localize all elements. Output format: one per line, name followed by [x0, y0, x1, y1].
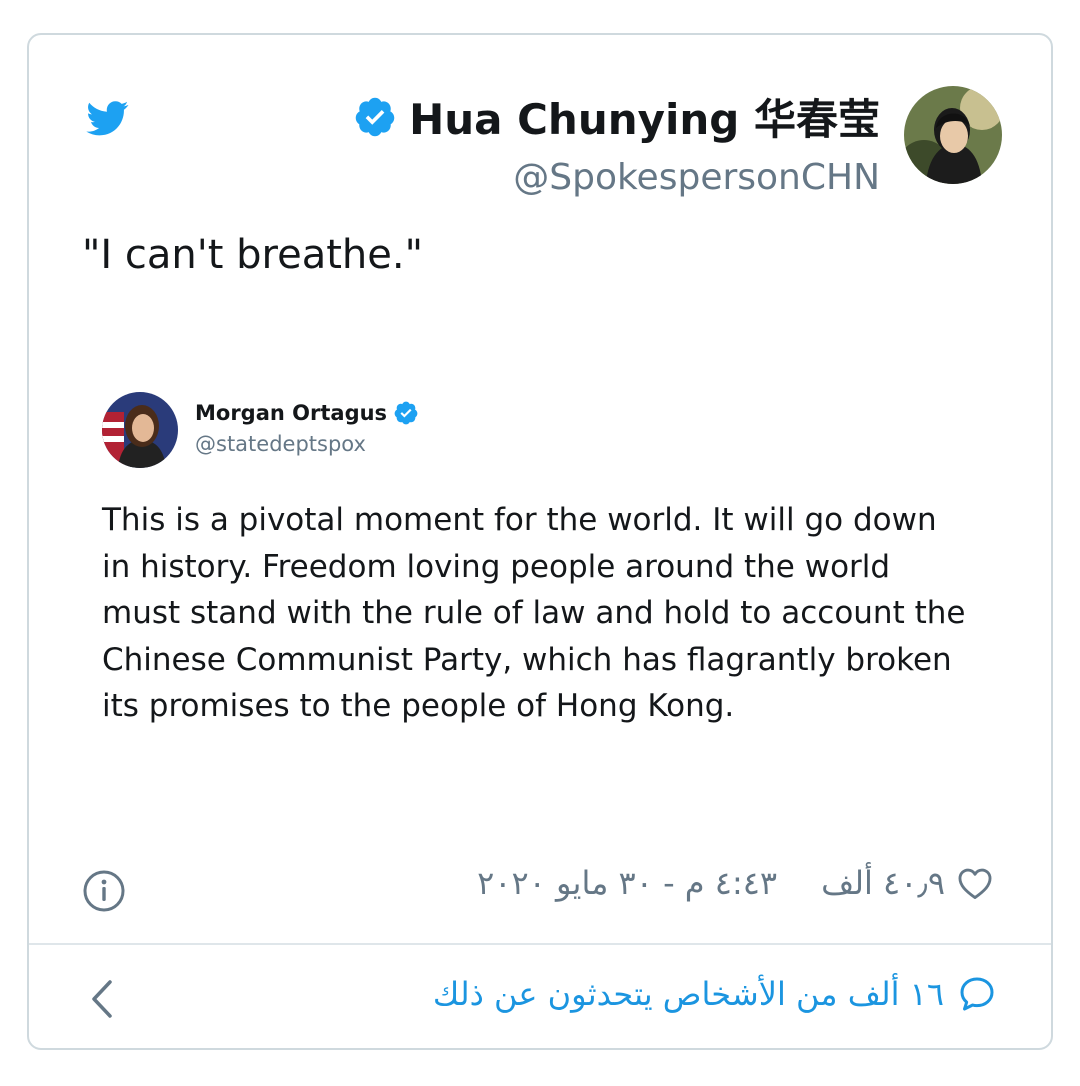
tweet-meta: ٤:٤٣ م - ٣٠ مايو ٢٠٢٠ ٤٠٫٩ ألف — [477, 864, 995, 902]
quoted-text-line: Chinese Communist Party, which has flagr… — [102, 641, 952, 678]
author-name-row: Hua Chunying 华春莹 — [353, 86, 880, 147]
chevron-left-icon[interactable] — [88, 978, 116, 1020]
like-count[interactable]: ٤٠٫٩ ألف — [821, 864, 945, 902]
twitter-bird-icon[interactable] — [84, 97, 132, 139]
quoted-author-name: Morgan Ortagus — [195, 401, 388, 425]
tweet-text: "I can't breathe." — [82, 232, 423, 278]
footer-divider — [29, 943, 1051, 945]
heart-icon[interactable] — [955, 864, 995, 902]
conversation-link[interactable]: ١٦ ألف من الأشخاص يتحدثون عن ذلك — [433, 974, 998, 1014]
quoted-text-line: in history. Freedom loving people around… — [102, 548, 891, 585]
author-avatar[interactable] — [904, 86, 1002, 184]
conversation-count[interactable]: ١٦ ألف من الأشخاص يتحدثون عن ذلك — [433, 975, 944, 1013]
speech-bubble-icon[interactable] — [956, 974, 998, 1014]
verified-badge-icon — [394, 401, 418, 425]
author-handle[interactable]: @SpokespersonCHN — [353, 157, 880, 198]
quoted-author-avatar — [102, 392, 178, 468]
quoted-text-line: its promises to the people of Hong Kong. — [102, 688, 735, 724]
quoted-author-handle: @statedeptspox — [195, 432, 366, 456]
verified-badge-icon — [355, 97, 395, 136]
quoted-author-name-row: Morgan Ortagus — [195, 400, 419, 426]
quoted-tweet-text: This is a pivotal moment for the world. … — [102, 497, 1002, 730]
tweet-header: Hua Chunying 华春莹 @SpokespersonCHN — [353, 86, 880, 198]
quoted-text-line: must stand with the rule of law and hold… — [102, 595, 966, 631]
author-name[interactable]: Hua Chunying 华春莹 — [409, 86, 880, 147]
info-icon[interactable] — [82, 869, 126, 913]
tweet-timestamp[interactable]: ٤:٤٣ م - ٣٠ مايو ٢٠٢٠ — [477, 864, 777, 902]
quoted-text-line: This is a pivotal moment for the world. … — [102, 502, 937, 538]
